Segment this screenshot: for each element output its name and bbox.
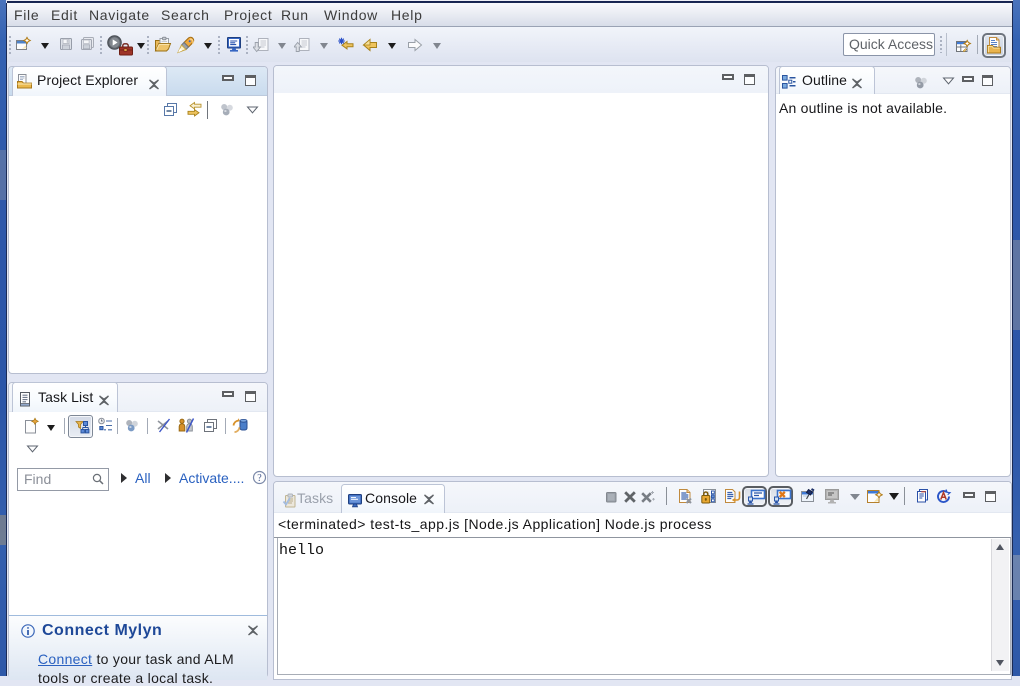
svg-text:?: ? xyxy=(257,473,262,484)
